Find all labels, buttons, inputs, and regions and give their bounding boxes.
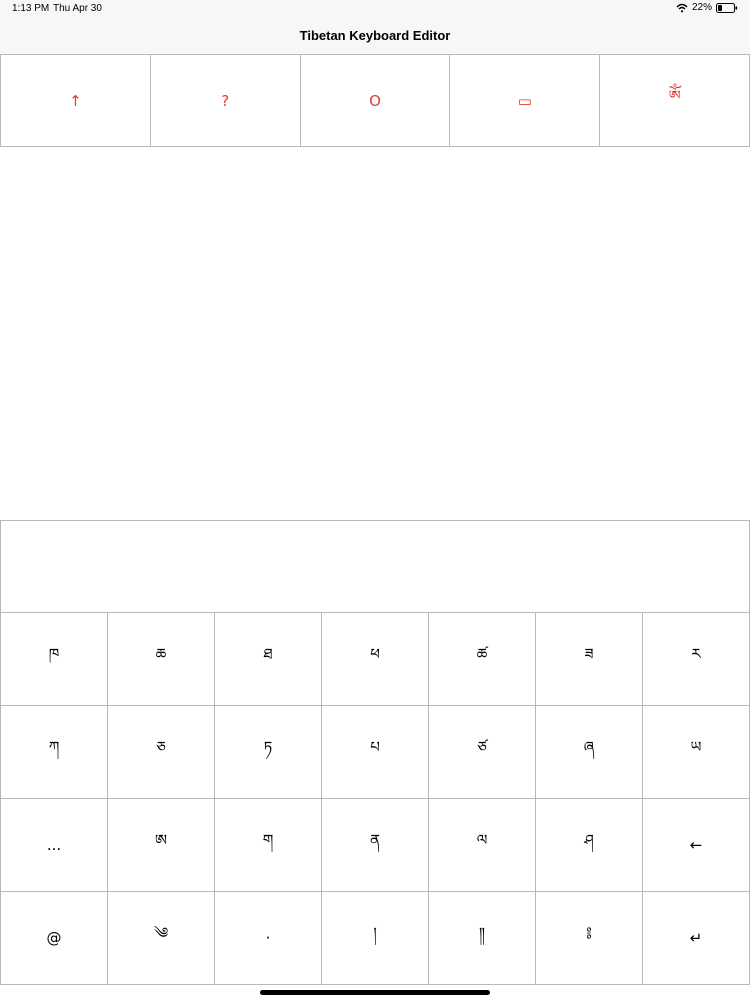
battery-percentage: 22% [691, 2, 712, 13]
shift-key[interactable]: ↑ [0, 54, 151, 147]
shad-key[interactable]: ། [322, 892, 429, 985]
screen: 1:13 PM Thu Apr 30 22% Tibetan Keyboard … [0, 0, 750, 1000]
key-ta[interactable]: ཏ [215, 706, 322, 799]
key-a[interactable]: ཨ [108, 799, 215, 892]
key-sha[interactable]: ཤ [536, 799, 643, 892]
backspace-key[interactable]: ← [643, 799, 750, 892]
navigation-bar: Tibetan Keyboard Editor [0, 18, 750, 54]
top-tool-row: ↑ ? O ▭ ༀ [0, 54, 750, 147]
key-ra[interactable]: ར [643, 613, 750, 706]
battery-icon [716, 2, 738, 13]
status-date: Thu Apr 30 [53, 3, 102, 14]
double-shad-key[interactable]: ༎ [429, 892, 536, 985]
key-la[interactable]: ལ [429, 799, 536, 892]
page-title: Tibetan Keyboard Editor [299, 28, 451, 43]
key-ya[interactable]: ཡ [643, 706, 750, 799]
key-pa[interactable]: པ [322, 706, 429, 799]
status-bar: 1:13 PM Thu Apr 30 22% [0, 0, 750, 18]
return-key[interactable]: ↵ [643, 892, 750, 985]
key-tha[interactable]: ཐ [215, 613, 322, 706]
compose-input[interactable] [0, 520, 750, 613]
key-za[interactable]: ཟ [536, 613, 643, 706]
key-ca[interactable]: ཅ [108, 706, 215, 799]
question-key[interactable]: ? [149, 54, 301, 147]
om-key[interactable]: ༀ [599, 54, 750, 147]
tsheg-key[interactable]: · [215, 892, 322, 985]
key-pha[interactable]: ཕ [322, 613, 429, 706]
key-tsha[interactable]: ཚ [429, 613, 536, 706]
rounded-rect-key[interactable]: ▭ [449, 54, 601, 147]
more-key[interactable]: ... [1, 799, 108, 892]
circle-key[interactable]: O [299, 54, 451, 147]
home-indicator[interactable] [260, 990, 490, 995]
document-text-area[interactable] [0, 147, 750, 520]
key-ga[interactable]: ག [215, 799, 322, 892]
key-cha[interactable]: ཆ [108, 613, 215, 706]
key-na[interactable]: ན [322, 799, 429, 892]
key-ka[interactable]: ཀ [1, 706, 108, 799]
status-right: 22% [676, 2, 738, 13]
key-tsa[interactable]: ཙ [429, 706, 536, 799]
key-zha[interactable]: ཞ [536, 706, 643, 799]
status-time: 1:13 PM [12, 3, 50, 14]
key-kha[interactable]: ཁ [1, 613, 108, 706]
wifi-icon [676, 3, 688, 12]
tibetan-keyboard: ཁ ཆ ཐ ཕ ཚ ཟ ར ཀ ཅ ཏ པ ཙ ཞ ཡ ... ཨ ག ན ལ … [0, 612, 750, 985]
yig-mgo-key[interactable]: ༄ [108, 892, 215, 985]
at-key[interactable]: @ [1, 892, 108, 985]
ter-tsheg-key[interactable]: ༔ [536, 892, 643, 985]
